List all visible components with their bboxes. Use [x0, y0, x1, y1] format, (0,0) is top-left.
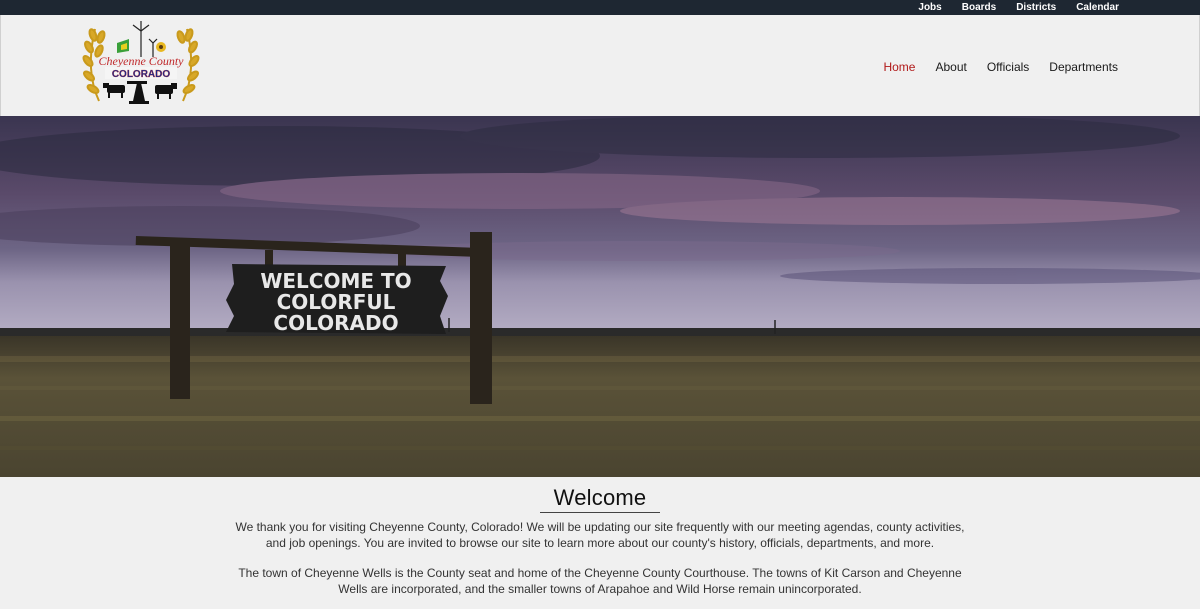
- sign-line-3: COLORADO: [273, 311, 398, 335]
- nav-officials[interactable]: Officials: [987, 60, 1029, 74]
- welcome-section: Welcome We thank you for visiting Cheyen…: [0, 477, 1200, 609]
- main-nav: Home About Officials Departments: [863, 60, 1118, 74]
- county-logo-image: Cheyenne County COLORADO: [82, 21, 200, 104]
- utility-nav: Jobs Boards Districts Calendar: [898, 0, 1119, 15]
- utility-link-boards[interactable]: Boards: [962, 0, 996, 15]
- logo-text-state: COLORADO: [112, 69, 171, 80]
- welcome-title: Welcome: [539, 485, 661, 513]
- hero-banner: WELCOME TO COLORFUL COLORADO: [0, 116, 1200, 477]
- hero-image: WELCOME TO COLORFUL COLORADO: [0, 116, 1200, 477]
- utility-link-districts[interactable]: Districts: [1016, 0, 1056, 15]
- nav-home[interactable]: Home: [883, 60, 915, 74]
- site-header: Cheyenne County COLORADO Home About Offi…: [0, 15, 1200, 116]
- utility-link-jobs[interactable]: Jobs: [918, 0, 941, 15]
- top-utility-bar: Jobs Boards Districts Calendar: [0, 0, 1200, 15]
- logo-text-county: Cheyenne County: [99, 54, 185, 68]
- utility-link-calendar[interactable]: Calendar: [1076, 0, 1119, 15]
- nav-departments[interactable]: Departments: [1049, 60, 1118, 74]
- welcome-paragraph-1: We thank you for visiting Cheyenne Count…: [235, 520, 965, 550]
- county-logo[interactable]: Cheyenne County COLORADO: [81, 21, 201, 111]
- nav-about[interactable]: About: [935, 60, 966, 74]
- welcome-paragraph-2: The town of Cheyenne Wells is the County…: [238, 566, 962, 596]
